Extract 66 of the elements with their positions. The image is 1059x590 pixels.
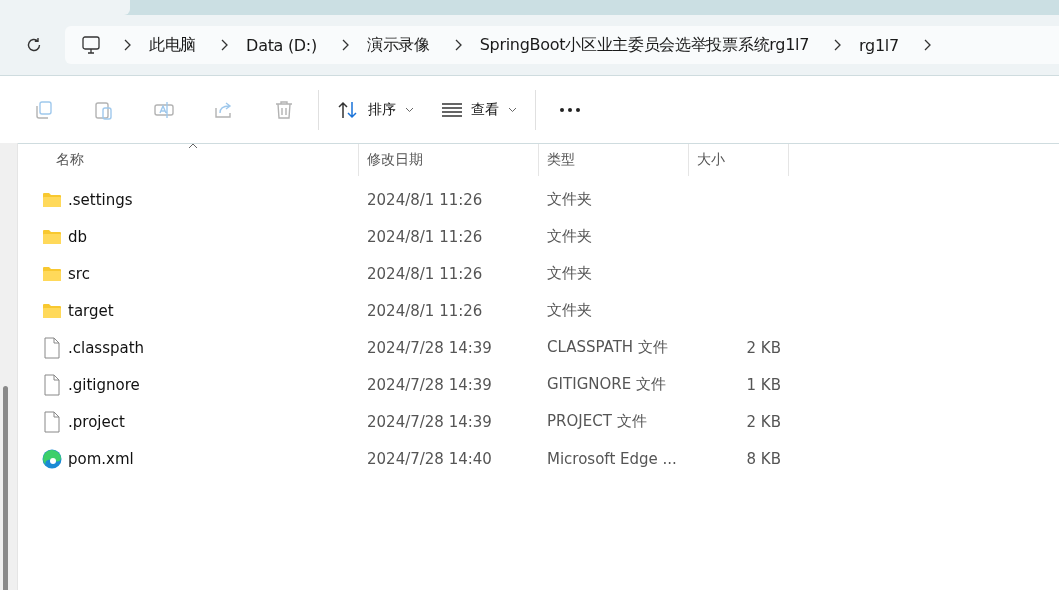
size-text: 8 KB: [746, 449, 781, 468]
file-name[interactable]: .settings: [68, 190, 133, 209]
address-bar[interactable]: 此电脑 Data (D:) 演示录像 SpringBoot小区业主委员会选举投票系统rg1l7 rg1l7: [65, 26, 1059, 64]
chevron-icon[interactable]: [123, 39, 131, 51]
refresh-icon[interactable]: [25, 36, 43, 54]
caret-icon: [405, 106, 414, 113]
more-icon: [559, 106, 581, 113]
view-button[interactable]: 查看: [428, 89, 531, 130]
file-name[interactable]: pom.xml: [68, 449, 134, 468]
computer-icon: [81, 35, 101, 55]
folder-icon: [42, 191, 62, 208]
date-text: 2024/8/1 11:26: [367, 190, 483, 209]
chevron-icon[interactable]: [453, 39, 462, 51]
lines-icon: [442, 102, 462, 117]
file-name[interactable]: src: [68, 264, 90, 283]
file-icon: [42, 373, 62, 396]
file-name[interactable]: .classpath: [68, 338, 145, 357]
file-name[interactable]: .project: [68, 412, 125, 431]
column-header[interactable]: 类型: [539, 144, 689, 176]
column-header[interactable]: 修改日期: [359, 144, 539, 176]
file-icon: [42, 410, 62, 433]
breadcrumb-item[interactable]: SpringBoot小区业主委员会选举投票系统rg1l7: [479, 34, 810, 56]
chevron-icon[interactable]: [340, 39, 349, 51]
sort-caret-icon: [188, 143, 198, 149]
date-text: 2024/7/28 14:39: [367, 412, 492, 431]
file-name[interactable]: db: [68, 227, 88, 246]
breadcrumb-item[interactable]: Data (D:): [246, 35, 317, 55]
folder-icon: [42, 228, 62, 245]
folder-icon: [42, 265, 62, 282]
breadcrumb-item[interactable]: 演示录像: [366, 34, 430, 56]
type-text: GITIGNORE 文件: [547, 375, 666, 394]
scrollbar-thumb[interactable]: [3, 386, 8, 590]
date-text: 2024/7/28 14:39: [367, 338, 492, 357]
delete-icon: [273, 98, 295, 121]
type-text: 文件夹: [547, 190, 592, 209]
copy-icon: [33, 98, 55, 121]
file-name[interactable]: .gitignore: [68, 375, 140, 394]
type-text: CLASSPATH 文件: [547, 338, 668, 357]
folder-icon: [42, 302, 62, 319]
type-text: PROJECT 文件: [547, 412, 647, 431]
size-text: 1 KB: [746, 375, 781, 394]
edge-icon: [42, 448, 62, 469]
date-text: 2024/8/1 11:26: [367, 301, 483, 320]
date-text: 2024/8/1 11:26: [367, 227, 483, 246]
size-text: 2 KB: [746, 412, 781, 431]
type-text: 文件夹: [547, 301, 592, 320]
date-text: 2024/8/1 11:26: [367, 264, 483, 283]
breadcrumb-item[interactable]: 此电脑: [149, 34, 197, 56]
chevron-icon[interactable]: [220, 39, 229, 51]
chevron-icon[interactable]: [833, 39, 842, 51]
type-text: 文件夹: [547, 227, 592, 246]
type-text: Microsoft Edge ...: [547, 449, 677, 468]
file-icon: [42, 336, 62, 359]
caret-icon: [508, 106, 517, 113]
file-name[interactable]: target: [68, 301, 114, 320]
breadcrumb-item[interactable]: rg1l7: [859, 35, 899, 55]
date-text: 2024/7/28 14:39: [367, 375, 492, 394]
sort-button[interactable]: 排序: [323, 89, 428, 130]
column-header[interactable]: 名称: [18, 144, 359, 176]
date-text: 2024/7/28 14:40: [367, 449, 492, 468]
type-text: 文件夹: [547, 264, 592, 283]
sort-arrows-icon: [337, 99, 359, 120]
chevron-icon[interactable]: [922, 39, 931, 51]
size-text: 2 KB: [746, 338, 781, 357]
window-tab[interactable]: [0, 0, 130, 15]
column-header[interactable]: 大小: [689, 144, 789, 176]
